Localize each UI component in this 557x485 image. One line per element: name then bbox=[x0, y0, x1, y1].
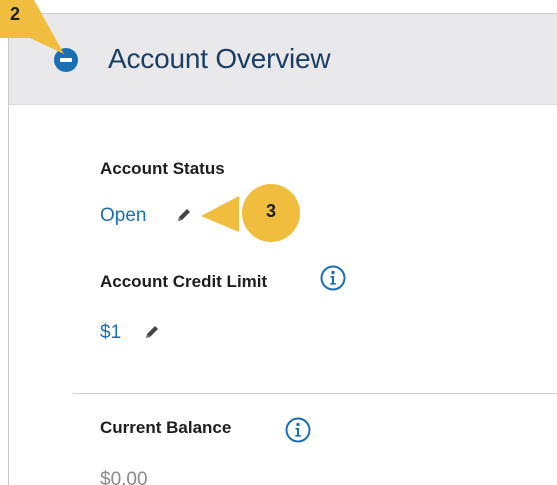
pencil-icon[interactable] bbox=[175, 206, 193, 224]
info-icon[interactable] bbox=[285, 417, 311, 443]
section-title: Account Overview bbox=[108, 43, 331, 74]
credit-limit-label: Account Credit Limit bbox=[100, 272, 268, 291]
account-status-value[interactable]: Open bbox=[100, 205, 146, 227]
callout-3-badge bbox=[201, 184, 300, 242]
callout-2-number: 2 bbox=[9, 4, 20, 24]
credit-limit-value[interactable]: $1 bbox=[100, 322, 121, 344]
account-overview-panel: Account Overview Account Status Open Acc… bbox=[0, 0, 557, 485]
pencil-icon[interactable] bbox=[143, 323, 161, 341]
info-icon[interactable] bbox=[320, 265, 346, 291]
account-status-label: Account Status bbox=[100, 159, 225, 178]
section-divider bbox=[73, 393, 557, 394]
current-balance-label: Current Balance bbox=[100, 418, 232, 437]
callout-3-number: 3 bbox=[265, 201, 276, 221]
current-balance-value: $0.00 bbox=[100, 469, 148, 485]
